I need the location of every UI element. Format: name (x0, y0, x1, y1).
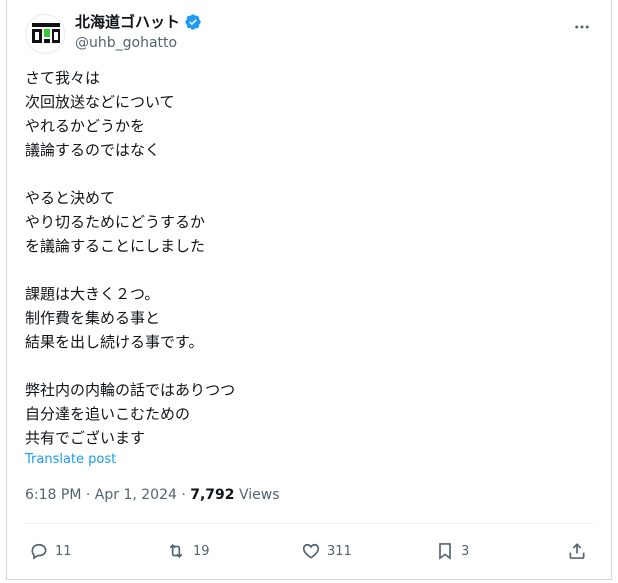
avatar[interactable] (25, 14, 65, 54)
more-options-button[interactable] (567, 12, 597, 42)
post-meta: 6:18 PM · Apr 1, 2024 · 7,792 Views (25, 487, 280, 503)
reply-icon (31, 543, 47, 560)
share-icon (569, 543, 585, 559)
views-count: 7,792 (190, 487, 235, 503)
repost-icon (169, 543, 183, 559)
reply-count: 11 (55, 543, 72, 559)
gohatto-logo-icon (32, 23, 60, 43)
post-text: さて我々は 次回放送などについて やれるかどうかを 議論するのではなく やると決… (25, 69, 236, 447)
views-label: Views (239, 487, 280, 503)
author-handle[interactable]: @uhb_gohatto (75, 33, 202, 53)
reply-button[interactable]: 11 (29, 537, 72, 565)
bookmark-count: 3 (461, 543, 470, 559)
author-display-name-row[interactable]: 北海道ゴハット (75, 12, 202, 32)
action-bar: 11 19 311 3 (25, 537, 595, 565)
repost-button[interactable]: 19 (165, 537, 210, 565)
bookmark-icon (439, 543, 451, 560)
like-count: 311 (327, 543, 352, 559)
more-dots-icon (575, 25, 589, 29)
post-time[interactable]: 6:18 PM (25, 487, 81, 503)
share-button[interactable] (567, 537, 587, 565)
post-header: 北海道ゴハット @uhb_gohatto (25, 12, 597, 60)
author-names: 北海道ゴハット @uhb_gohatto (75, 12, 202, 53)
post-date[interactable]: Apr 1, 2024 (95, 487, 177, 503)
meta-separator: · (85, 487, 91, 503)
like-button[interactable]: 311 (301, 537, 352, 565)
post-card: 北海道ゴハット @uhb_gohatto さて我々は 次回放送などについて やれ… (6, 0, 612, 580)
bookmark-button[interactable]: 3 (435, 537, 469, 565)
heart-icon (302, 543, 320, 559)
meta-separator: · (181, 487, 186, 503)
author-display-name[interactable]: 北海道ゴハット (75, 12, 180, 32)
verified-badge-icon (184, 13, 202, 31)
divider (23, 523, 595, 524)
translate-post-link[interactable]: Translate post (25, 452, 116, 467)
repost-count: 19 (193, 543, 210, 559)
